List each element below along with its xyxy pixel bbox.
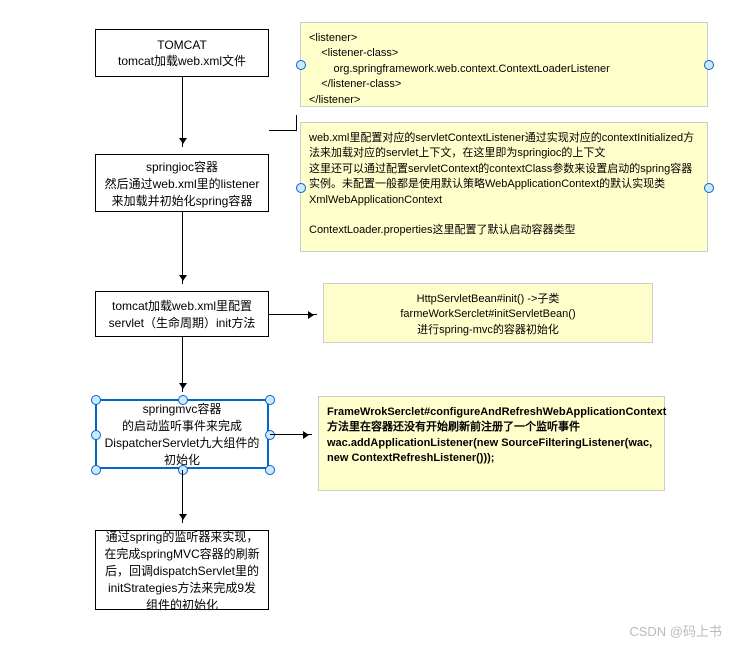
selection-handle[interactable] [178,395,188,405]
selection-handle[interactable] [178,465,188,475]
node-tomcat-load-webxml[interactable]: TOMCAT tomcat加载web.xml文件 [95,29,269,77]
node-springmvc-container[interactable]: springmvc容器 的启动监听事件来完成DispatcherServlet九… [95,399,269,469]
arrow-connector [270,434,312,435]
watermark: CSDN @码上书 [629,621,722,640]
selection-handle[interactable] [91,395,101,405]
note-listener-xml: <listener> <listener-class> org.springfr… [300,22,708,107]
node-springioc-container[interactable]: springioc容器 然后通过web.xml里的listener来加载并初始化… [95,154,269,212]
arrow-connector [269,130,297,131]
arrow-connector [182,77,183,147]
arrow-connector [269,314,317,315]
note-text: HttpServletBean#init() ->子类 farmeWorkSer… [400,293,575,336]
node-spring-listener-refresh[interactable]: 通过spring的监听器来实现，在完成springMVC容器的刷新后，回调dis… [95,530,269,610]
note-text: FrameWrokSerclet#configureAndRefreshWebA… [327,406,666,464]
note-handle[interactable] [704,60,714,70]
note-httpservletbean: HttpServletBean#init() ->子类 farmeWorkSer… [323,283,653,343]
node-tomcat-servlet-init[interactable]: tomcat加载web.xml里配置servlet（生命周期）init方法 [95,291,269,337]
note-text: <listener> <listener-class> org.springfr… [309,31,699,108]
node-text: tomcat加载web.xml里配置servlet（生命周期）init方法 [102,297,262,331]
note-handle[interactable] [296,183,306,193]
node-text: springioc容器 然后通过web.xml里的listener来加载并初始化… [102,158,262,209]
selection-handle[interactable] [91,465,101,475]
node-text: TOMCAT tomcat加载web.xml文件 [118,38,246,69]
selection-handle[interactable] [265,430,275,440]
arrow-connector [182,212,183,284]
arrow-connector [296,115,297,131]
node-text: 通过spring的监听器来实现，在完成springMVC容器的刷新后，回调dis… [102,528,262,613]
note-framework-servlet: FrameWrokSerclet#configureAndRefreshWebA… [318,396,665,491]
note-webxml-context: web.xml里配置对应的servletContextListener通过实现对… [300,122,708,252]
selection-handle[interactable] [265,465,275,475]
note-handle[interactable] [296,60,306,70]
arrow-connector [182,337,183,392]
selection-handle[interactable] [265,395,275,405]
arrow-connector [182,470,183,523]
note-text: web.xml里配置对应的servletContextListener通过实现对… [309,132,694,236]
note-handle[interactable] [704,183,714,193]
selection-handle[interactable] [91,430,101,440]
node-text: springmvc容器 的启动监听事件来完成DispatcherServlet九… [103,400,261,468]
